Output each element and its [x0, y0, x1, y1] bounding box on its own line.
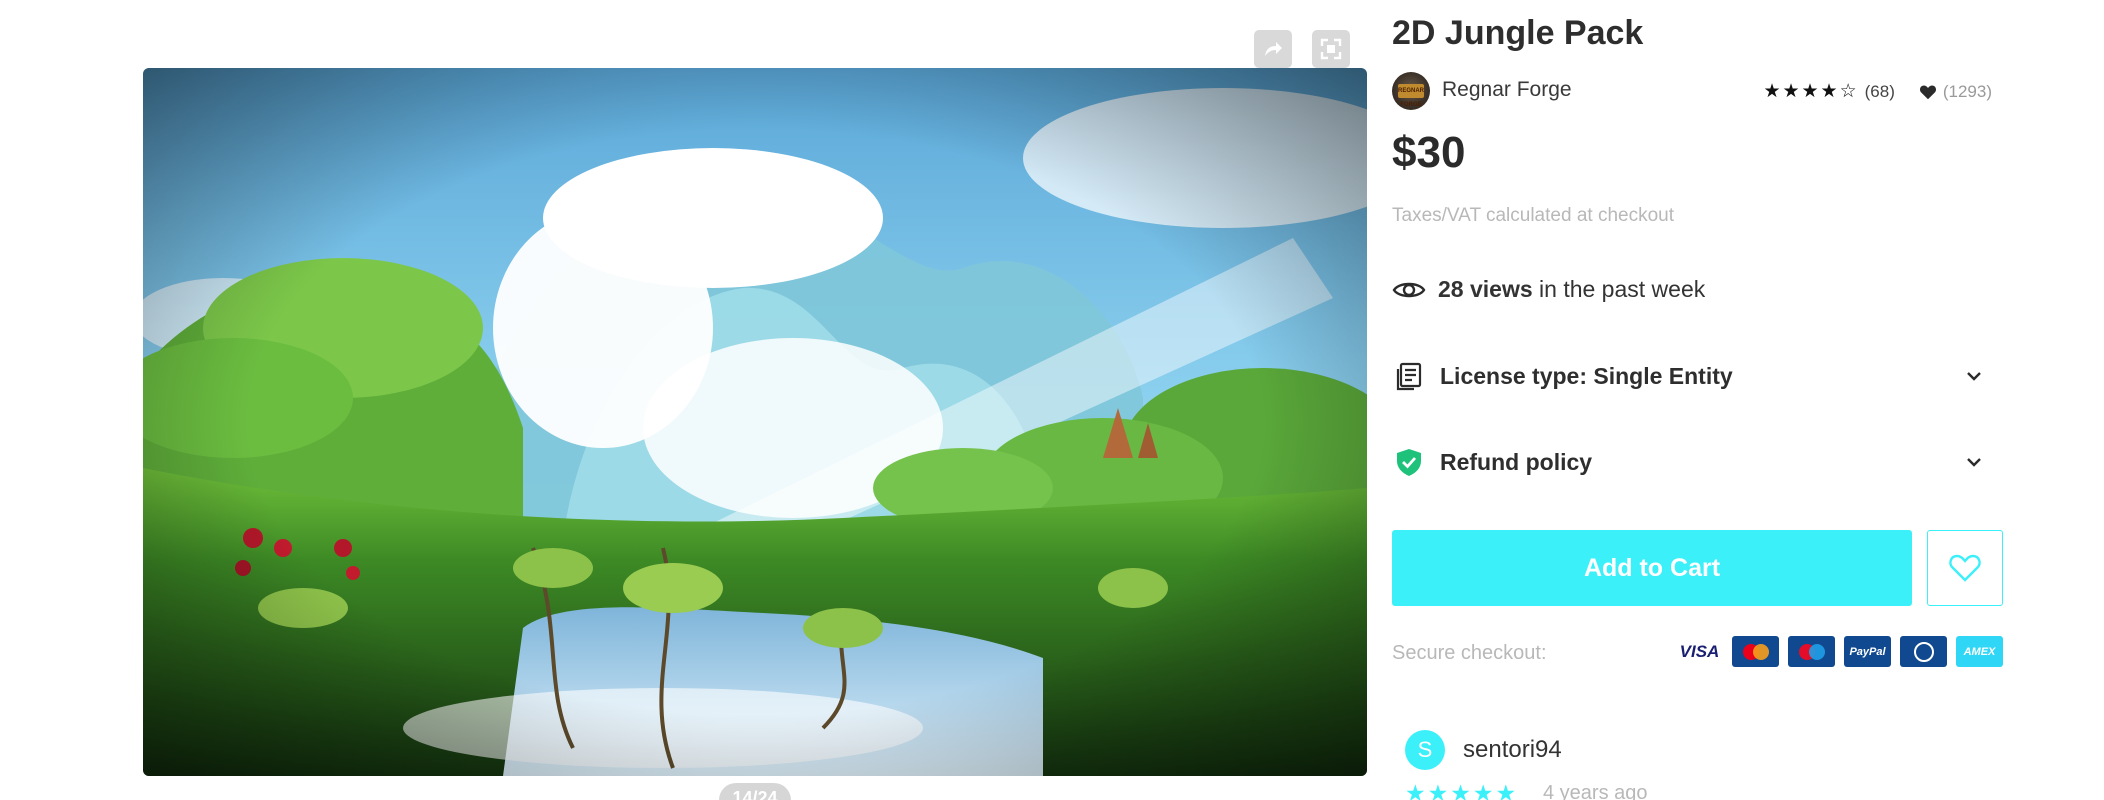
seller-logo: REGNAR FORGE — [1398, 84, 1424, 108]
chevron-down-icon — [1967, 458, 1981, 467]
shield-check-icon — [1392, 445, 1426, 479]
seller-name-link[interactable]: Regnar Forge — [1442, 78, 1572, 102]
product-page: 14/24 2D Jungle Pack REGNAR FORGE Regnar… — [0, 0, 2104, 800]
license-type-toggle[interactable]: License type: Single Entity — [1392, 354, 1992, 398]
add-to-cart-button[interactable]: Add to Cart — [1392, 530, 1912, 606]
heart-outline-icon — [1949, 554, 1981, 582]
license-document-icon — [1392, 359, 1426, 393]
likes-summary: (1293) — [1919, 82, 1992, 102]
secure-checkout: Secure checkout: VISA PayPal AMEX — [1392, 636, 2003, 670]
mastercard-logo — [1732, 636, 1779, 667]
review-time: 4 years ago — [1543, 782, 1648, 800]
product-title: 2D Jungle Pack — [1392, 14, 1644, 52]
seller-avatar[interactable]: REGNAR FORGE — [1392, 72, 1430, 110]
review-stars: ★★★★★ — [1405, 780, 1519, 800]
diners-club-logo — [1900, 636, 1947, 667]
jungle-scene-illustration — [143, 68, 1367, 776]
maestro-logo — [1788, 636, 1835, 667]
product-main-image[interactable] — [143, 68, 1367, 776]
refund-policy-toggle[interactable]: Refund policy — [1392, 440, 1992, 484]
eye-icon — [1392, 282, 1426, 297]
fullscreen-button[interactable] — [1312, 30, 1350, 68]
fullscreen-icon — [1320, 38, 1342, 60]
secure-checkout-label: Secure checkout: — [1392, 642, 1547, 664]
visa-logo: VISA — [1676, 636, 1723, 667]
heart-filled-icon — [1919, 84, 1936, 99]
likes-count: (1293) — [1942, 81, 1992, 101]
views-suffix: in the past week — [1539, 276, 1706, 302]
rating-count[interactable]: (68) — [1865, 82, 1895, 102]
amex-logo: AMEX — [1956, 636, 2003, 667]
refund-policy-label: Refund policy — [1440, 448, 1593, 475]
rating-stars[interactable]: ★★★★☆ — [1763, 80, 1858, 103]
views-info: 28 views in the past week — [1392, 276, 1705, 303]
image-counter: 14/24 — [719, 783, 791, 800]
rating-summary: ★★★★☆ (68) (1293) — [1763, 80, 1992, 103]
license-type-label: License type: Single Entity — [1440, 362, 1733, 389]
tax-note: Taxes/VAT calculated at checkout — [1392, 205, 1674, 226]
price: $30 — [1392, 128, 1466, 177]
gallery-toolbar — [1254, 30, 1350, 68]
seller-row: REGNAR FORGE Regnar Forge ★★★★☆ (68) (12… — [1392, 72, 1992, 110]
chevron-down-icon — [1967, 372, 1981, 381]
reviewer-name[interactable]: sentori94 — [1463, 736, 1562, 764]
share-icon — [1265, 42, 1282, 56]
paypal-logo: PayPal — [1844, 636, 1891, 667]
payment-methods: VISA PayPal AMEX — [1676, 636, 2003, 667]
add-to-wishlist-button[interactable] — [1927, 530, 2003, 606]
share-button[interactable] — [1254, 30, 1292, 68]
reviewer-avatar[interactable]: S — [1405, 730, 1445, 770]
product-info-panel: 2D Jungle Pack REGNAR FORGE Regnar Forge… — [1392, 0, 2003, 800]
views-count: 28 views — [1438, 276, 1533, 302]
